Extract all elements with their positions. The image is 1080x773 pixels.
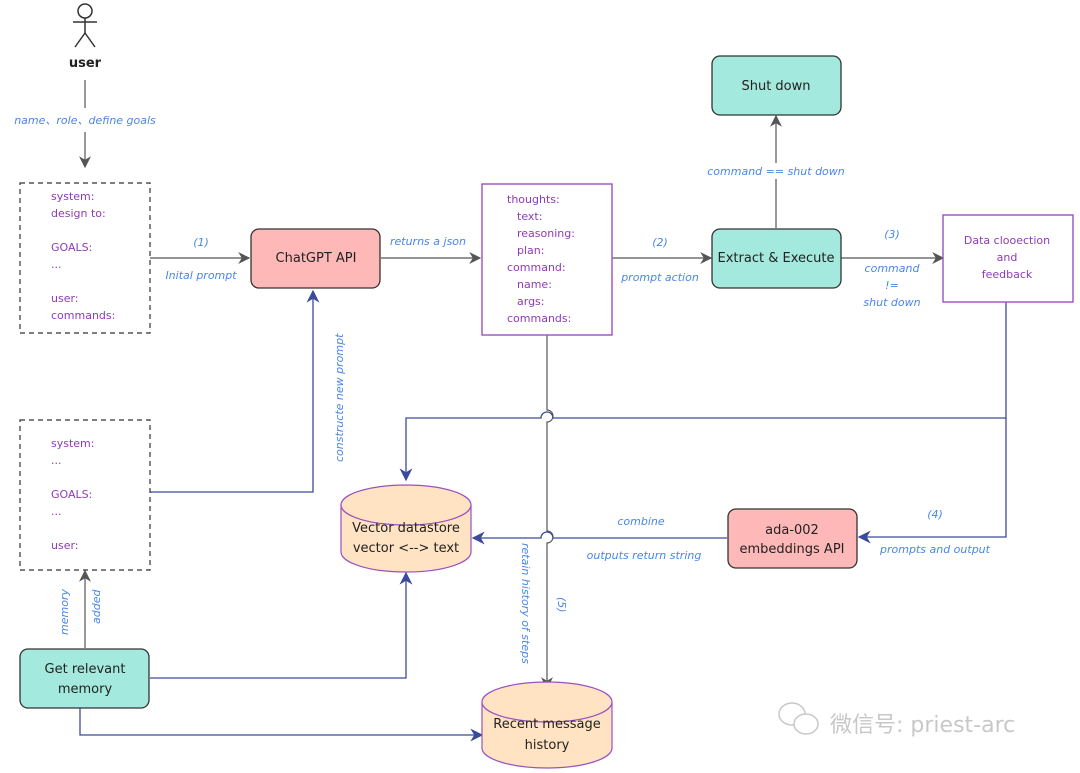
svg-text:Extract & Execute: Extract & Execute [718,251,835,266]
initial-prompt-line: commands: [51,309,115,322]
edge-memory-to-datastore [150,571,413,679]
new-prompt-line: GOALS: [51,488,92,501]
edge-memory-to-history [79,708,484,742]
watermark-text: 微信号: priest-arc [830,713,1015,738]
initial-prompt-box: system: design to: GOALS: ... user: comm… [19,182,151,334]
edge-retain-history [541,335,554,690]
edge-label-retain-history: retain history of steps [519,543,532,664]
svg-text:Get relevant: Get relevant [45,662,126,677]
edge-label-combine: combine [617,515,665,528]
initial-prompt-line: ... [51,258,62,271]
user-actor-label: user [69,56,102,71]
initial-prompt-line: design to: [51,207,106,220]
shut-down-node: Shut down [711,55,842,116]
architecture-diagram: user name、role、define goals (1) Inital p… [14,3,1074,769]
initial-prompt-line: GOALS: [51,241,92,254]
vector-datastore-node: Vector datastore vector <--> text [340,484,472,573]
edge-label-continue-1: command [865,262,921,275]
edge-label-prompts-output: prompts and output [879,543,991,556]
edge-embeddings-to-datastore [471,531,727,545]
user-actor-icon [73,3,97,48]
new-prompt-line: ... [51,505,62,518]
edge-label-define-goals: name、role、define goals [14,114,156,127]
edge-label-initial-prompt: Inital prompt [165,269,237,282]
data-collection-node: Data clooection and feedback [942,214,1074,303]
json-line: args: [517,295,545,308]
svg-text:Vector datastore: Vector datastore [352,521,460,536]
json-response-box: thoughts: text: reasoning: plan: command… [481,183,613,336]
extract-execute-node: Extract & Execute [711,228,842,289]
new-prompt-line: ... [51,454,62,467]
svg-text:Recent message: Recent message [493,717,601,732]
new-prompt-line: system: [51,437,94,450]
chatgpt-api-node: ChatGPT API [250,228,381,289]
svg-text:memory: memory [58,682,113,697]
edge-step-1: (1) [193,236,209,249]
edge-label-prompt-action: prompt action [620,271,699,284]
svg-text:Data clooection: Data clooection [964,234,1050,247]
initial-prompt-line: user: [51,292,79,305]
svg-text:history: history [525,738,570,753]
edge-label-construct-prompt: constructe new prompt [333,333,346,462]
svg-text:feedback: feedback [982,268,1033,281]
edge-label-returns-json: returns a json [390,235,466,248]
json-line: commands: [507,312,571,325]
json-line: command: [507,261,566,274]
new-prompt-box: system: ... GOALS: ... user: [19,419,151,571]
new-prompt-line: user: [51,539,79,552]
svg-text:embeddings API: embeddings API [740,542,845,557]
get-memory-node: Get relevant memory [19,648,150,709]
embeddings-api-node: ada-002 embeddings API [727,508,858,569]
json-line: name: [517,278,552,291]
edge-label-added: added [90,589,103,624]
svg-text:vector <--> text: vector <--> text [353,541,459,556]
initial-prompt-line: system: [51,190,94,203]
svg-text:ChatGPT API: ChatGPT API [276,251,357,266]
wechat-icon [778,702,819,735]
svg-text:and: and [997,251,1018,264]
json-line: text: [517,210,542,223]
edge-construct-new-prompt [150,289,320,493]
edge-step-2: (2) [652,236,668,249]
edge-step-4: (4) [927,508,943,521]
json-line: plan: [517,244,544,257]
edge-step-5: (5) [555,597,568,613]
edge-step-3: (3) [884,228,900,241]
svg-text:Shut down: Shut down [741,79,810,94]
json-line: thoughts: [507,193,560,206]
edge-label-outputs-return: outputs return string [587,549,702,562]
edge-label-shutdown-condition: command == shut down [707,165,845,178]
edge-label-continue-3: shut down [863,296,920,309]
message-history-node: Recent message history [481,681,613,769]
edge-label-memory: memory [58,589,71,635]
edge-label-continue-2: != [885,279,899,292]
json-line: reasoning: [517,227,575,240]
svg-text:ada-002: ada-002 [765,523,819,538]
